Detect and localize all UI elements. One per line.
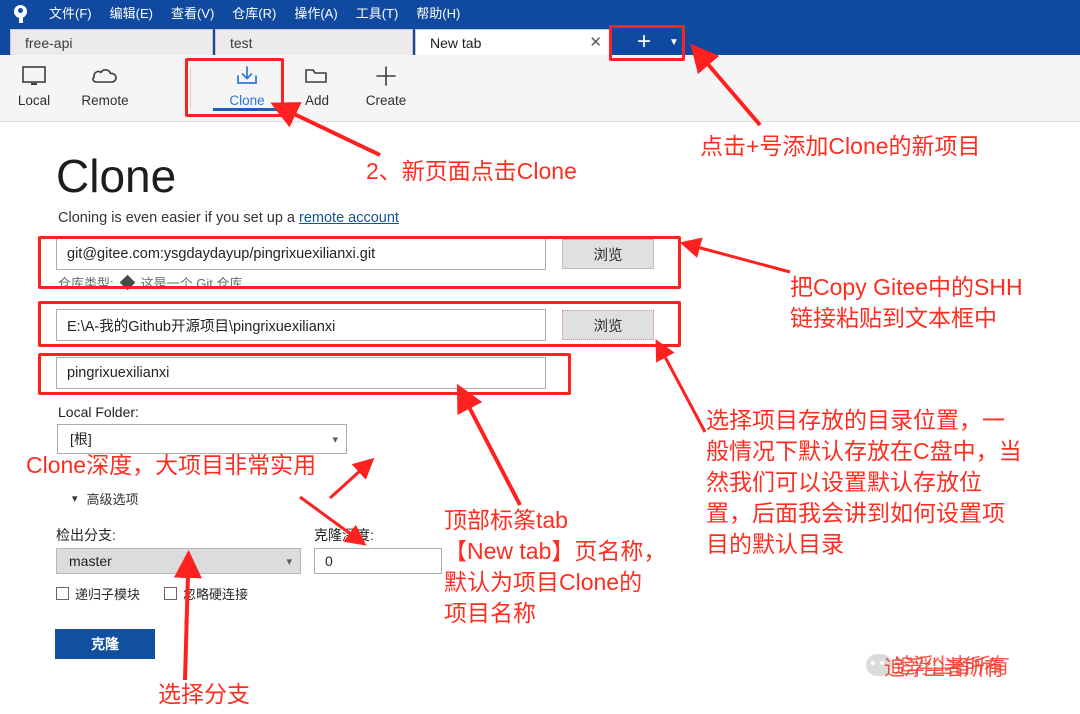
ribbon-button-remote[interactable]: Remote (71, 61, 139, 117)
advanced-options-label: 高级选项 (86, 492, 139, 507)
ribbon-button-label: Create (365, 93, 407, 108)
checkout-branch-select[interactable]: master ▾ (56, 548, 301, 574)
chevron-down-icon[interactable]: ▼ (669, 37, 679, 48)
tab-label: New tab (430, 34, 482, 51)
ribbon-button-local[interactable]: Local (0, 61, 68, 117)
menu-item-edit[interactable]: 编辑(E) (101, 3, 162, 25)
remote-account-link[interactable]: remote account (299, 210, 399, 226)
advanced-options-toggle[interactable]: ▾ 高级选项 (72, 489, 139, 508)
clone-tab-active-underline (213, 108, 279, 111)
chevron-down-icon: ▾ (332, 433, 338, 446)
checkout-branch-value: master (69, 553, 112, 569)
destination-path-input[interactable]: E:\A-我的Github开源项目\pingrixuexilianxi (56, 309, 546, 341)
local-folder-value: [根] (70, 431, 92, 447)
git-diamond-icon (119, 274, 135, 291)
menu-item-repository[interactable]: 仓库(R) (223, 3, 285, 25)
ribbon-separator (190, 67, 191, 109)
destination-path-browse-button[interactable]: 浏览 (562, 310, 654, 340)
checkbox-label: 忽略硬连接 (183, 587, 249, 602)
clone-depth-input[interactable]: 0 (314, 548, 442, 574)
menu-item-actions[interactable]: 操作(A) (285, 3, 346, 25)
download-icon (234, 61, 260, 91)
close-icon[interactable]: ✕ (589, 35, 602, 50)
tab-new-tab[interactable]: New tab ✕ (415, 29, 611, 55)
ribbon-button-label: Add (304, 93, 330, 108)
sourcetree-logo-icon (8, 3, 34, 25)
new-tab-controls: + ▼ (623, 29, 687, 55)
source-url-input[interactable]: git@gitee.com:ysgdaydayup/pingrixuexilia… (56, 238, 546, 270)
ribbon-toolbar: Local Remote Clone Add Create (0, 55, 1080, 122)
tab-free-api[interactable]: free-api (10, 29, 213, 55)
tab-strip: free-api test New tab ✕ + ▼ (0, 27, 1080, 55)
clone-subtitle: Cloning is even easier if you set up a r… (58, 210, 399, 226)
repository-name-input[interactable]: pingrixuexilianxi (56, 357, 546, 389)
monitor-icon (21, 61, 47, 91)
plus-icon (374, 61, 398, 91)
recursive-submodules-checkbox[interactable]: 递归子模块 (56, 584, 140, 603)
checkout-branch-label: 检出分支: (56, 527, 116, 543)
repo-type-row: 仓库类型: 这是一个 Git 仓库 (58, 273, 242, 292)
tab-test[interactable]: test (215, 29, 413, 55)
clone-panel: Clone Cloning is even easier if you set … (0, 121, 1080, 714)
local-folder-label: Local Folder: (58, 404, 139, 420)
page-title: Clone (56, 150, 177, 202)
ribbon-button-label: Remote (81, 93, 129, 108)
checkbox-box (164, 587, 177, 600)
menu-item-tools[interactable]: 工具(T) (347, 3, 408, 25)
ribbon-button-label: Clone (229, 93, 265, 108)
ribbon-button-label: Local (17, 93, 51, 108)
menu-item-view[interactable]: 查看(V) (162, 3, 223, 25)
tab-label: test (230, 34, 253, 51)
clone-depth-label: 克隆深度: (314, 527, 374, 543)
checkbox-box (56, 587, 69, 600)
plus-icon[interactable]: + (631, 30, 657, 54)
clone-submit-button[interactable]: 克隆 (55, 629, 155, 659)
chevron-down-icon: ▾ (72, 493, 78, 505)
cloud-icon (90, 61, 120, 91)
repo-type-value: 这是一个 Git 仓库 (140, 276, 243, 291)
ribbon-button-add[interactable]: Add (283, 61, 351, 117)
ribbon-button-create[interactable]: Create (352, 61, 420, 117)
local-folder-select[interactable]: [根] ▾ (57, 424, 347, 454)
folder-icon (303, 61, 331, 91)
menu-item-help[interactable]: 帮助(H) (407, 3, 469, 25)
tab-label: free-api (25, 34, 73, 51)
ignore-hardlinks-checkbox[interactable]: 忽略硬连接 (164, 584, 248, 603)
chevron-down-icon: ▾ (286, 555, 292, 568)
menu-bar: 文件(F) 编辑(E) 查看(V) 仓库(R) 操作(A) 工具(T) 帮助(H… (0, 0, 1080, 27)
checkbox-label: 递归子模块 (75, 587, 141, 602)
menu-item-file[interactable]: 文件(F) (40, 3, 101, 25)
subtitle-prefix: Cloning is even easier if you set up a (58, 210, 299, 226)
source-url-browse-button[interactable]: 浏览 (562, 239, 654, 269)
repo-type-label: 仓库类型: (58, 276, 114, 291)
sourcetree-window: 文件(F) 编辑(E) 查看(V) 仓库(R) 操作(A) 工具(T) 帮助(H… (0, 0, 1080, 714)
